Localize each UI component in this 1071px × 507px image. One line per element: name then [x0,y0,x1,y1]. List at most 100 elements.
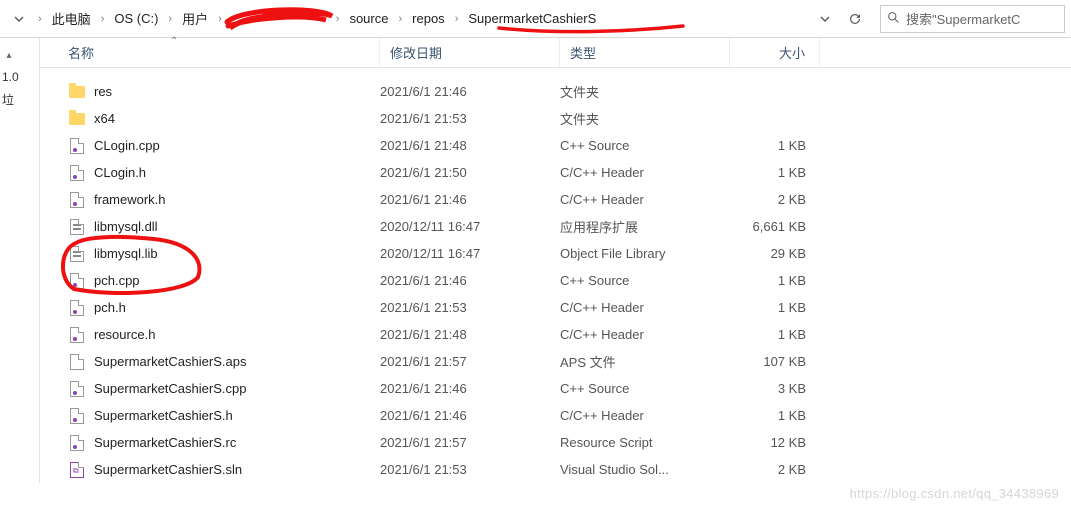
file-name: SupermarketCashierS.cpp [94,381,246,396]
file-icon [68,83,86,101]
file-type: C/C++ Header [560,408,730,423]
column-header-date[interactable]: 修改日期 [380,38,560,67]
file-row[interactable]: SupermarketCashierS.aps2021/6/1 21:57APS… [40,348,1071,375]
file-size: 1 KB [730,138,820,153]
file-icon [68,137,86,155]
file-date: 2021/6/1 21:53 [380,111,560,126]
chevron-right-icon[interactable]: › [95,13,111,25]
file-type: Visual Studio Sol... [560,462,730,477]
file-row[interactable]: pch.h2021/6/1 21:53C/C++ Header1 KB [40,294,1071,321]
address-dropdown-icon[interactable] [812,6,838,32]
file-name: pch.cpp [94,273,140,288]
file-row[interactable]: framework.h2021/6/1 21:46C/C++ Header2 K… [40,186,1071,213]
file-name: CLogin.cpp [94,138,160,153]
crumb-users[interactable]: 用户 [178,6,212,31]
file-size: 1 KB [730,300,820,315]
file-row[interactable]: resource.h 2021/6/1 21:48C/C++ Header1 KB [40,321,1071,348]
file-row[interactable]: x642021/6/1 21:53文件夹 [40,105,1071,132]
chevron-right-icon[interactable]: › [32,13,48,25]
file-row[interactable]: res 2021/6/1 21:46文件夹 [40,78,1071,105]
file-row[interactable]: pch.cpp 2021/6/1 21:46C++ Source1 KB [40,267,1071,294]
file-name: SupermarketCashierS.h [94,408,233,423]
file-date: 2020/12/11 16:47 [380,219,560,234]
file-size: 6,661 KB [730,219,820,234]
file-row[interactable]: CLogin.h2021/6/1 21:50C/C++ Header1 KB [40,159,1071,186]
collapse-icon[interactable]: ▴ [2,50,16,61]
file-icon [68,407,86,425]
file-icon [68,218,86,236]
file-row[interactable]: CLogin.cpp2021/6/1 21:48C++ Source1 KB [40,132,1071,159]
file-name: SupermarketCashierS.aps [94,354,246,369]
file-date: 2021/6/1 21:46 [380,273,560,288]
search-input[interactable]: 搜索"SupermarketC [880,5,1065,33]
file-type: C/C++ Header [560,165,730,180]
file-date: 2021/6/1 21:46 [380,84,560,99]
file-row[interactable]: SupermarketCashierS.cpp2021/6/1 21:46C++… [40,375,1071,402]
file-size: 107 KB [730,354,820,369]
chevron-right-icon[interactable]: › [330,13,346,25]
file-name: pch.h [94,300,126,315]
file-row[interactable]: libmysql.lib2020/12/11 16:47Object File … [40,240,1071,267]
file-size: 1 KB [730,165,820,180]
file-type: C++ Source [560,273,730,288]
file-row[interactable]: SupermarketCashierS.rc2021/6/1 21:57Reso… [40,429,1071,456]
file-icon [68,191,86,209]
file-size: 1 KB [730,273,820,288]
column-header-size[interactable]: 大小 [730,38,820,67]
file-size: 29 KB [730,246,820,261]
file-icon [68,326,86,344]
refresh-button[interactable] [842,6,868,32]
file-size: 3 KB [730,381,820,396]
crumb-drive-c[interactable]: OS (C:) [110,8,162,29]
watermark: https://blog.csdn.net/qq_34438969 [850,486,1059,501]
file-name: SupermarketCashierS.rc [94,435,236,450]
file-name: res [94,84,112,99]
file-date: 2021/6/1 21:53 [380,462,560,477]
search-icon [887,11,900,27]
file-date: 2021/6/1 21:46 [380,408,560,423]
file-type: 文件夹 [560,109,730,128]
file-type: APS 文件 [560,352,730,371]
file-size: 2 KB [730,462,820,477]
column-headers: ⌃ 名称 修改日期 类型 大小 [40,38,1071,68]
file-icon [68,110,86,128]
chevron-right-icon[interactable]: › [212,13,228,25]
file-name: resource.h [94,327,155,342]
file-icon [68,353,86,371]
crumb-source[interactable]: source [345,8,392,29]
crumb-project[interactable]: SupermarketCashierS [464,8,600,29]
crumb-repos[interactable]: repos [408,8,449,29]
file-list: res2021/6/1 21:46文件夹x642021/6/1 21:53文件夹… [40,68,1071,483]
file-icon [68,164,86,182]
file-date: 2021/6/1 21:48 [380,327,560,342]
chevron-right-icon[interactable]: › [162,13,178,25]
file-type: C/C++ Header [560,327,730,342]
crumb-this-pc[interactable]: 此电脑 [48,6,95,31]
file-date: 2020/12/11 16:47 [380,246,560,261]
history-dropdown-icon[interactable] [6,6,32,32]
search-placeholder: 搜索"SupermarketC [906,9,1020,28]
file-size: 1 KB [730,408,820,423]
chevron-right-icon[interactable]: › [449,13,465,25]
file-row[interactable]: libmysql.dll2020/12/11 16:47应用程序扩展6,661 … [40,213,1071,240]
file-icon [68,434,86,452]
file-row[interactable]: SupermarketCashierS.h 2021/6/1 21:46C/C++… [40,402,1071,429]
crumb-user-redacted[interactable] [228,5,330,32]
chevron-right-icon[interactable]: › [392,13,408,25]
file-icon [68,245,86,263]
column-header-type[interactable]: 类型 [560,38,730,67]
file-name: framework.h [94,192,166,207]
left-item[interactable]: 1.0 [2,66,35,88]
file-date: 2021/6/1 21:46 [380,192,560,207]
file-row[interactable]: ⧉ SupermarketCashierS.sln 2021/6/1 21:53Vi… [40,456,1071,483]
file-type: 文件夹 [560,82,730,101]
left-item[interactable]: 垃 [2,88,35,110]
file-icon: ⧉ [68,461,86,479]
file-name: libmysql.lib [94,246,158,261]
column-header-name[interactable]: 名称 [40,38,380,67]
file-size: 1 KB [730,327,820,342]
file-date: 2021/6/1 21:53 [380,300,560,315]
file-name: SupermarketCashierS.sln [94,462,242,477]
file-icon [68,272,86,290]
file-icon [68,299,86,317]
